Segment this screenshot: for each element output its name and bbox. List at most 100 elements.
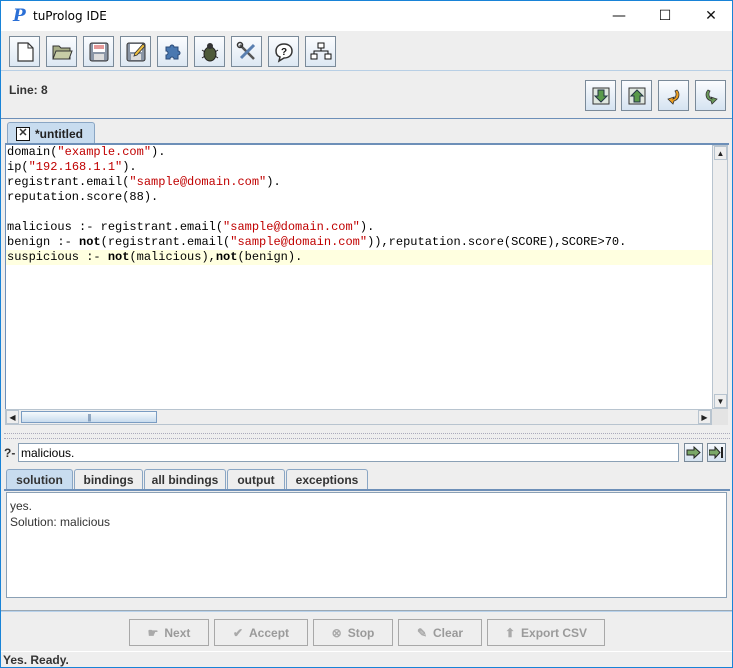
vertical-scrollbar[interactable]: ▲ ▼ — [712, 145, 728, 409]
close-tab-icon[interactable]: ✕ — [16, 126, 30, 141]
help-bubble-icon: ? — [274, 42, 293, 63]
code-text: suspicious :- — [7, 250, 108, 264]
tab-exceptions[interactable]: exceptions — [286, 469, 368, 490]
code-line[interactable]: reputation.score(88). — [6, 190, 712, 205]
code-text: (registrant.email( — [100, 235, 231, 249]
file-tab-label: *untitled — [35, 126, 83, 141]
arrow-up-icon — [628, 87, 645, 104]
redo-button[interactable] — [695, 80, 726, 111]
code-line[interactable]: registrant.email("sample@domain.com"). — [6, 175, 712, 190]
accept-label: Accept — [249, 625, 290, 640]
horizontal-scrollbar[interactable]: ◀ ||| ▶ — [5, 409, 712, 425]
keyword: not — [79, 235, 101, 249]
keyword: not — [107, 250, 130, 264]
solve-all-icon — [709, 446, 723, 459]
title-bar: P tuProlog IDE — ☐ ✕ — [1, 1, 732, 31]
string-literal: "sample@domain.com" — [223, 220, 360, 234]
folder-open-icon — [51, 45, 73, 59]
code-text: reputation.score(88). — [7, 190, 159, 204]
window-title: tuProlog IDE — [33, 9, 107, 23]
scroll-left-arrow[interactable]: ◀ — [6, 410, 19, 424]
export-icon: ⬆ — [504, 625, 516, 640]
query-prompt: ?- — [4, 446, 16, 460]
export-csv-label: Export CSV — [521, 625, 588, 640]
export-csv-button[interactable]: ⬆ Export CSV — [487, 619, 605, 646]
code-line[interactable]: benign :- not(registrant.email("sample@d… — [6, 235, 712, 250]
code-text: ). — [359, 220, 375, 234]
minimize-button[interactable]: — — [596, 1, 642, 31]
stop-button[interactable]: ⊗ Stop — [313, 619, 393, 646]
code-line[interactable]: suspicious :- not(malicious),not(benign)… — [6, 250, 712, 265]
result-tabs: solution bindings all bindings output ex… — [4, 468, 730, 490]
clear-label: Clear — [433, 625, 464, 640]
debug-button[interactable] — [194, 36, 225, 67]
spy-tree-button[interactable] — [305, 36, 336, 67]
upload-button[interactable] — [621, 80, 652, 111]
string-literal: "sample@domain.com" — [230, 235, 368, 249]
code-text: (malicious), — [129, 250, 216, 264]
floppy-edit-icon — [126, 42, 146, 61]
code-text: domain( — [7, 145, 58, 159]
code-text: registrant.email( — [7, 175, 130, 189]
minimize-icon: — — [612, 8, 626, 24]
stop-circle-icon: ⊗ — [331, 625, 342, 640]
open-file-button[interactable] — [46, 36, 77, 67]
tuprolog-logo-icon: P — [13, 6, 26, 26]
new-file-icon — [16, 41, 34, 62]
save-as-button[interactable] — [120, 36, 151, 67]
solution-panel[interactable]: yes. Solution: malicious — [6, 492, 727, 598]
accept-button[interactable]: ✔ Accept — [214, 619, 308, 646]
scroll-down-arrow[interactable]: ▼ — [714, 394, 727, 408]
help-button[interactable]: ? — [268, 36, 299, 67]
redo-arrow-icon — [705, 89, 718, 105]
button-bar-separator — [1, 610, 732, 612]
result-line: yes. — [10, 499, 33, 513]
settings-button[interactable] — [231, 36, 262, 67]
code-line[interactable] — [6, 205, 712, 220]
floppy-disk-icon — [89, 42, 108, 61]
bug-icon — [201, 42, 218, 61]
tree-diagram-icon — [310, 42, 331, 59]
undo-button[interactable] — [658, 80, 689, 111]
query-input[interactable] — [18, 443, 679, 462]
code-line[interactable]: malicious :- registrant.email("sample@do… — [6, 220, 712, 235]
code-editor[interactable]: domain("example.com"). ip("192.168.1.1").… — [5, 145, 712, 409]
maximize-icon: ☐ — [658, 8, 672, 24]
tab-solution[interactable]: solution — [6, 469, 73, 490]
result-line: Solution: malicious — [10, 515, 111, 529]
horizontal-scroll-thumb[interactable]: ||| — [21, 411, 157, 423]
keyword: not — [215, 250, 238, 264]
solve-button[interactable] — [684, 443, 703, 462]
puzzle-piece-icon — [165, 44, 180, 59]
tab-bindings[interactable]: bindings — [74, 469, 143, 490]
save-file-button[interactable] — [83, 36, 114, 67]
arrow-down-icon — [592, 87, 609, 104]
line-number-label: Line: 8 — [9, 83, 48, 97]
code-line[interactable]: ip("192.168.1.1"). — [6, 160, 712, 175]
undo-arrow-icon — [666, 89, 679, 105]
maximize-button[interactable]: ☐ — [642, 1, 688, 31]
close-icon: ✕ — [705, 8, 717, 24]
code-text: ). — [151, 145, 166, 159]
scroll-right-arrow[interactable]: ▶ — [698, 410, 711, 424]
tab-all-bindings[interactable]: all bindings — [144, 469, 226, 490]
code-text: ). — [122, 160, 137, 174]
file-tab-untitled[interactable]: ✕ *untitled — [7, 122, 95, 144]
download-button[interactable] — [585, 80, 616, 111]
next-hand-icon: ☛ — [147, 625, 159, 640]
scroll-up-arrow[interactable]: ▲ — [714, 146, 727, 160]
clear-button[interactable]: ✎ Clear — [398, 619, 482, 646]
tools-icon — [236, 41, 255, 60]
code-line[interactable]: domain("example.com"). — [6, 145, 712, 160]
code-text: ). — [266, 175, 281, 189]
new-file-button[interactable] — [9, 36, 40, 67]
close-button[interactable]: ✕ — [688, 1, 733, 31]
next-button[interactable]: ☛ Next — [129, 619, 209, 646]
tab-output[interactable]: output — [227, 469, 285, 490]
checkmark-icon: ✔ — [232, 625, 244, 640]
code-text: malicious :- registrant.email( — [7, 220, 224, 234]
libraries-button[interactable] — [157, 36, 188, 67]
split-pane-divider[interactable] — [4, 433, 730, 439]
solve-all-button[interactable] — [707, 443, 726, 462]
main-toolbar: ? — [1, 31, 732, 71]
